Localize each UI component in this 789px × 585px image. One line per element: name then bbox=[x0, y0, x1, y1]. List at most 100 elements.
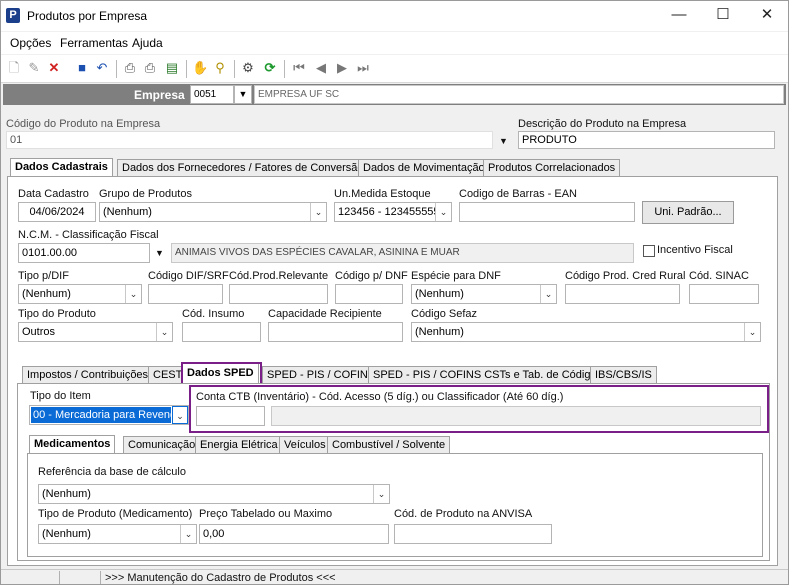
cred-rural-field[interactable] bbox=[565, 284, 680, 304]
anvisa-field[interactable] bbox=[394, 524, 552, 544]
tab-correlacionados[interactable]: Produtos Correlacionados bbox=[483, 159, 621, 177]
tab-medicamentos[interactable]: Medicamentos bbox=[29, 435, 116, 453]
codigo-produto-dropdown-icon[interactable]: ▼ bbox=[499, 136, 508, 146]
incentivo-fiscal-label: Incentivo Fiscal bbox=[657, 244, 733, 256]
codigo-produto-field[interactable]: 01 bbox=[6, 131, 493, 149]
search-icon[interactable]: ⚲ bbox=[212, 60, 228, 76]
tipo-medicamento-select[interactable]: (Nenhum) bbox=[38, 524, 197, 544]
tipo-dif-label: Tipo p/DIF bbox=[18, 270, 69, 282]
previous-record-icon[interactable]: ◀ bbox=[313, 60, 329, 76]
cod-sefaz-select[interactable]: (Nenhum) bbox=[411, 322, 761, 342]
sinac-label: Cód. SINAC bbox=[689, 270, 749, 282]
maximize-button[interactable]: ☐ bbox=[700, 1, 746, 31]
ncm-field[interactable]: 0101.00.00 bbox=[18, 243, 150, 263]
chevron-down-icon[interactable]: ⌄ bbox=[125, 285, 141, 303]
cod-insumo-label: Cód. Insumo bbox=[182, 308, 245, 320]
close-button[interactable]: ✕ bbox=[744, 1, 788, 31]
last-record-icon[interactable]: ⏭ bbox=[355, 60, 371, 76]
grupo-produtos-select[interactable]: (Nenhum) bbox=[99, 202, 327, 222]
settings-icon[interactable]: ⚙ bbox=[240, 60, 256, 76]
cred-rural-label: Código Prod. Cred Rural bbox=[565, 270, 686, 282]
sinac-field[interactable] bbox=[689, 284, 759, 304]
tab-sped-pis-cofins[interactable]: SPED - PIS / COFINS bbox=[262, 366, 381, 384]
tab-energia[interactable]: Energia Elétrica bbox=[195, 436, 283, 454]
chevron-down-icon[interactable]: ⌄ bbox=[540, 285, 556, 303]
chevron-down-icon[interactable]: ⌄ bbox=[310, 203, 326, 221]
menu-ajuda[interactable]: Ajuda bbox=[132, 36, 163, 50]
edit-icon[interactable]: ✎ bbox=[26, 60, 42, 76]
hand-icon[interactable]: ✋ bbox=[192, 60, 208, 76]
incentivo-fiscal-checkbox[interactable] bbox=[643, 245, 655, 257]
app-logo-icon: P bbox=[6, 8, 20, 23]
tab-comunicacao[interactable]: Comunicação bbox=[123, 436, 201, 454]
undo-icon[interactable]: ↶ bbox=[94, 60, 110, 76]
toolbar-separator bbox=[116, 60, 117, 78]
chevron-down-icon[interactable]: ⌄ bbox=[180, 525, 196, 543]
preco-label: Preço Tabelado ou Maximo bbox=[199, 508, 333, 520]
cod-prod-relevante-field[interactable] bbox=[229, 284, 328, 304]
app-window: P Produtos por Empresa — ☐ ✕ Opções Ferr… bbox=[0, 0, 789, 585]
export-icon[interactable]: ▤ bbox=[164, 60, 180, 76]
tab-combustivel[interactable]: Combustível / Solvente bbox=[327, 436, 451, 454]
toolbar: 🗋 ✎ ✕ ■ ↶ ⎙ ⎙ ▤ ✋ ⚲ ⚙ ⟳ ⏮ ◀ ▶ ⏭ bbox=[1, 55, 788, 83]
conta-ctb-code-field[interactable] bbox=[196, 406, 265, 426]
tipo-item-select[interactable]: 00 - Mercadoria para Revenda bbox=[29, 405, 189, 425]
ean-label: Codigo de Barras - EAN bbox=[459, 188, 577, 200]
chevron-down-icon[interactable]: ⌄ bbox=[435, 203, 451, 221]
empresa-name-field: EMPRESA UF SC bbox=[254, 85, 784, 104]
codigo-dif-label: Código DIF/SRF bbox=[148, 270, 229, 282]
ref-base-select[interactable]: (Nenhum) bbox=[38, 484, 390, 504]
tab-veiculos[interactable]: Veículos bbox=[279, 436, 331, 454]
tab-sped-csts[interactable]: SPED - PIS / COFINS CSTs e Tab. de Códig… bbox=[368, 366, 608, 384]
cod-prod-relevante-label: Cód.Prod.Relevante bbox=[229, 270, 329, 282]
toolbar-separator bbox=[284, 60, 285, 78]
tipo-produto-select[interactable]: Outros bbox=[18, 322, 173, 342]
uni-padrao-button[interactable]: Uni. Padrão... bbox=[642, 201, 734, 224]
menu-ferramentas[interactable]: Ferramentas bbox=[60, 36, 128, 50]
cod-sefaz-label: Código Sefaz bbox=[411, 308, 478, 320]
codigo-produto-label: Código do Produto na Empresa bbox=[6, 118, 161, 130]
new-icon[interactable]: 🗋 bbox=[6, 60, 22, 76]
data-cadastro-field[interactable]: 04/06/2024 bbox=[18, 202, 96, 222]
window-title: Produtos por Empresa bbox=[27, 9, 148, 23]
status-divider bbox=[59, 571, 60, 584]
save-icon[interactable]: ■ bbox=[74, 60, 90, 76]
tab-impostos[interactable]: Impostos / Contribuições bbox=[22, 366, 154, 384]
tab-ibs-cbs-is[interactable]: IBS/CBS/IS bbox=[590, 366, 657, 384]
toolbar-separator bbox=[186, 60, 187, 78]
descricao-produto-field[interactable]: PRODUTO bbox=[518, 131, 775, 149]
especie-dnf-select[interactable]: (Nenhum) bbox=[411, 284, 557, 304]
tipo-item-value: 00 - Mercadoria para Revenda bbox=[31, 407, 171, 423]
print-icon[interactable]: ⎙ bbox=[122, 60, 138, 76]
print-preview-icon[interactable]: ⎙ bbox=[142, 60, 158, 76]
chevron-down-icon[interactable]: ⌄ bbox=[373, 485, 389, 503]
ncm-label: N.C.M. - Classificação Fiscal bbox=[18, 229, 159, 241]
empresa-label: Empresa bbox=[134, 88, 185, 102]
codigo-dnf-field[interactable] bbox=[335, 284, 403, 304]
preco-field[interactable]: 0,00 bbox=[199, 524, 389, 544]
empresa-code-field[interactable]: 0051 bbox=[190, 85, 234, 104]
refresh-icon[interactable]: ⟳ bbox=[262, 60, 278, 76]
tab-fornecedores[interactable]: Dados dos Fornecedores / Fatores de Conv… bbox=[117, 159, 369, 177]
codigo-dif-field[interactable] bbox=[148, 284, 223, 304]
capacidade-field[interactable] bbox=[268, 322, 403, 342]
ncm-dropdown-icon[interactable]: ▼ bbox=[155, 248, 164, 258]
tipo-dif-select[interactable]: (Nenhum) bbox=[18, 284, 142, 304]
next-record-icon[interactable]: ▶ bbox=[334, 60, 350, 76]
tab-movimentacao[interactable]: Dados de Movimentação bbox=[358, 159, 490, 177]
data-cadastro-label: Data Cadastro bbox=[18, 188, 89, 200]
tipo-medicamento-label: Tipo de Produto (Medicamento) bbox=[38, 508, 193, 520]
cod-insumo-field[interactable] bbox=[182, 322, 261, 342]
tab-dados-cadastrais[interactable]: Dados Cadastrais bbox=[10, 158, 113, 176]
chevron-down-icon[interactable]: ⌄ bbox=[172, 406, 188, 424]
first-record-icon[interactable]: ⏮ bbox=[291, 60, 307, 76]
ean-field[interactable] bbox=[459, 202, 635, 222]
minimize-button[interactable]: — bbox=[656, 1, 702, 31]
chevron-down-icon[interactable]: ⌄ bbox=[744, 323, 760, 341]
chevron-down-icon[interactable]: ⌄ bbox=[156, 323, 172, 341]
empresa-dropdown-icon[interactable]: ▼ bbox=[234, 85, 252, 104]
delete-icon[interactable]: ✕ bbox=[46, 60, 62, 76]
tipo-item-label: Tipo do Item bbox=[30, 390, 91, 402]
menu-opcoes[interactable]: Opções bbox=[10, 36, 51, 50]
capacidade-label: Capacidade Recipiente bbox=[268, 308, 382, 320]
